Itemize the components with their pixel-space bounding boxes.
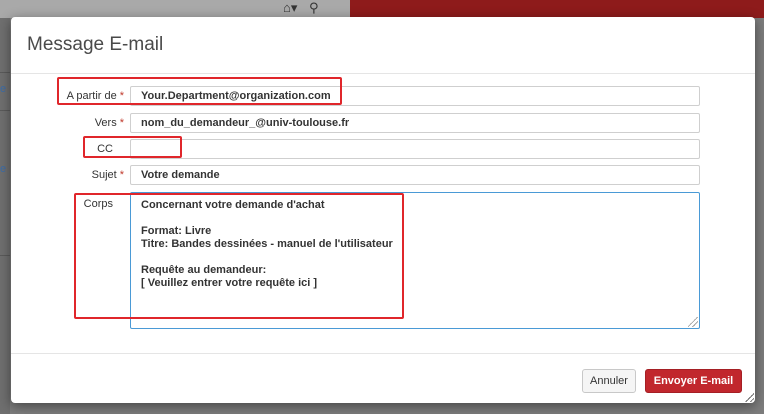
- background-divider: [0, 110, 10, 111]
- home-icon: ⌂▾: [283, 0, 298, 15]
- cc-highlight-box: [83, 136, 182, 158]
- cancel-button[interactable]: Annuler: [582, 369, 636, 393]
- background-toolbar: ⌂▾ ⚲: [283, 0, 327, 16]
- background-header-bar: [350, 0, 764, 18]
- required-marker: *: [119, 117, 124, 129]
- from-highlight-box: [57, 77, 342, 105]
- body-highlight-box: [74, 193, 404, 319]
- subject-label-text: Sujet: [91, 169, 117, 181]
- required-marker: *: [119, 169, 124, 181]
- modal-title: Message E-mail: [27, 34, 164, 55]
- search-icon: ⚲: [309, 0, 319, 15]
- window-resize-icon[interactable]: [744, 392, 754, 402]
- to-label-text: Vers: [94, 117, 117, 129]
- cc-field[interactable]: [130, 139, 700, 159]
- subject-label: Sujet *: [4, 169, 124, 181]
- header-divider: [11, 73, 755, 74]
- background-sidebar: [0, 18, 10, 414]
- send-email-button[interactable]: Envoyer E-mail: [645, 369, 742, 393]
- email-modal: Message E-mail A partir de* Vers* CC Suj…: [11, 17, 755, 403]
- to-label: Vers *: [4, 117, 124, 129]
- background-divider: [0, 255, 10, 256]
- footer-divider: [11, 353, 755, 354]
- subject-field[interactable]: [130, 165, 700, 185]
- resize-grip-icon[interactable]: [688, 317, 698, 327]
- to-field[interactable]: [130, 113, 700, 133]
- background-divider: [0, 72, 10, 73]
